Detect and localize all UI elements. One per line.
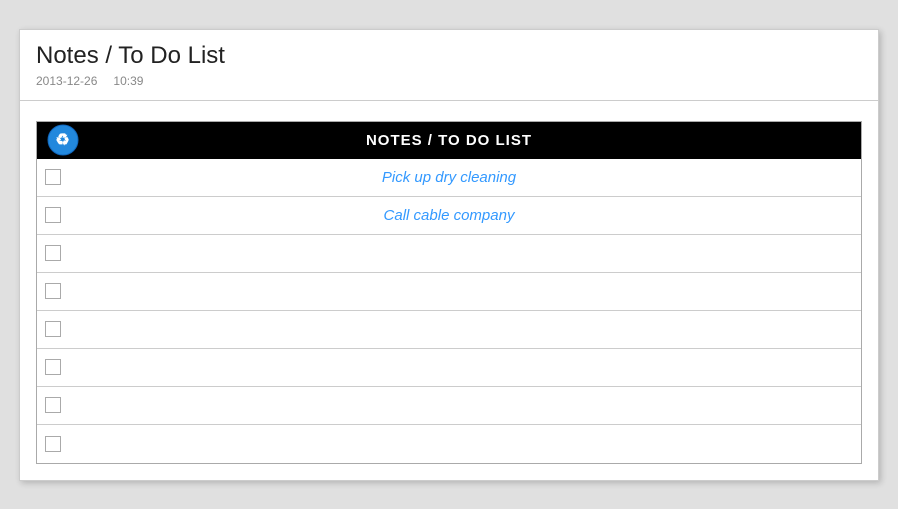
todo-checkbox[interactable] <box>45 359 61 375</box>
todo-checkbox[interactable] <box>45 397 61 413</box>
todo-row: Call cable company <box>37 197 861 235</box>
window-date: 2013-12-26 <box>36 74 97 88</box>
todo-header: ♻ NOTES / TO DO LIST <box>37 122 861 159</box>
todo-table: ♻ NOTES / TO DO LIST Pick up dry cleanin… <box>36 121 862 464</box>
todo-row <box>37 273 861 311</box>
todo-checkbox[interactable] <box>45 207 61 223</box>
app-content: ♻ NOTES / TO DO LIST Pick up dry cleanin… <box>20 101 878 480</box>
todo-checkbox[interactable] <box>45 245 61 261</box>
todo-checkbox[interactable] <box>45 169 61 185</box>
todo-checkbox[interactable] <box>45 436 61 452</box>
todo-checkbox[interactable] <box>45 283 61 299</box>
window-time: 10:39 <box>113 74 143 88</box>
todo-row <box>37 425 861 463</box>
todo-row: Pick up dry cleaning <box>37 159 861 197</box>
todo-row <box>37 349 861 387</box>
app-window: Notes / To Do List 2013-12-26 10:39 ♻ NO… <box>19 29 879 481</box>
todo-item-text: Pick up dry cleaning <box>73 169 853 186</box>
todo-item-text <box>73 321 853 338</box>
window-header: Notes / To Do List 2013-12-26 10:39 <box>20 30 878 101</box>
todo-item-text <box>73 359 853 376</box>
todo-checkbox[interactable] <box>45 321 61 337</box>
todo-row <box>37 235 861 273</box>
window-title: Notes / To Do List <box>36 42 862 70</box>
todo-item-text <box>73 283 853 300</box>
todo-row <box>37 387 861 425</box>
svg-text:♻: ♻ <box>55 132 70 149</box>
app-icon: ♻ <box>47 124 79 156</box>
todo-item-text: Call cable company <box>73 207 853 224</box>
todo-header-title: NOTES / TO DO LIST <box>47 132 851 149</box>
todo-item-text <box>73 397 853 414</box>
todo-item-text <box>73 435 853 452</box>
todo-row <box>37 311 861 349</box>
window-meta: 2013-12-26 10:39 <box>36 72 862 96</box>
todo-item-text <box>73 245 853 262</box>
